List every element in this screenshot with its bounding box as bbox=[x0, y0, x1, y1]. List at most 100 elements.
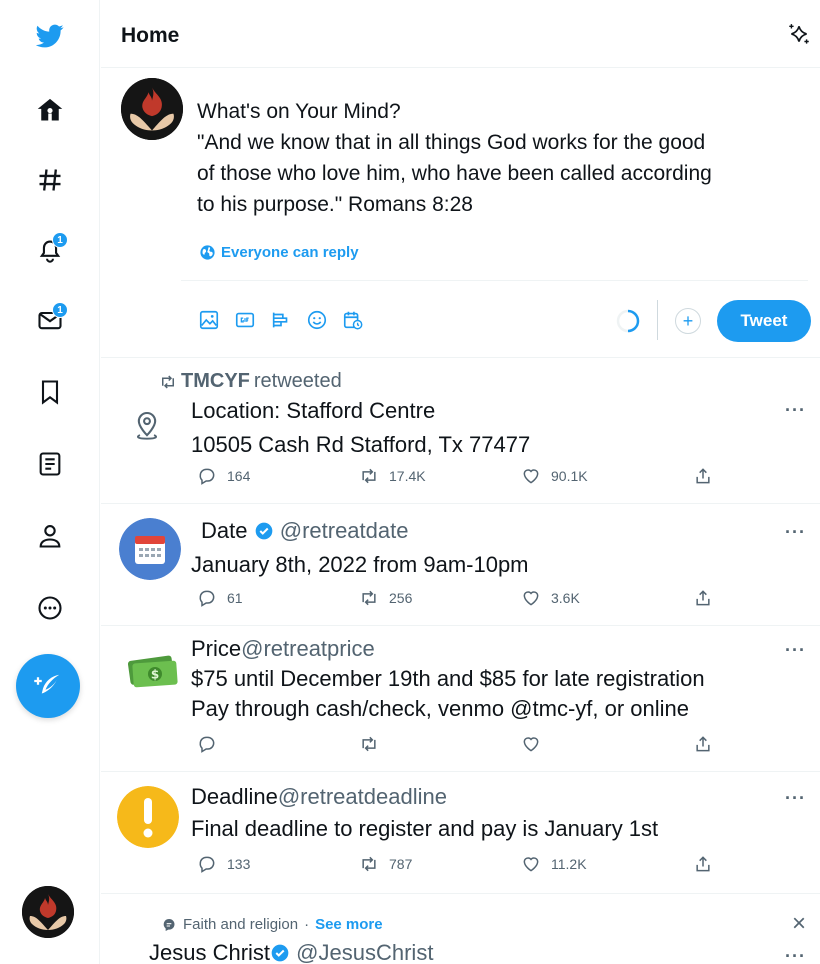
image-icon bbox=[199, 310, 219, 330]
tweet-item[interactable]: Date @retreatdate January 8th, 2022 from… bbox=[101, 504, 820, 626]
composer-divider bbox=[181, 280, 808, 281]
more-circle-icon bbox=[38, 596, 62, 620]
tweet-actions bbox=[197, 734, 717, 758]
tweet-more-button[interactable]: ··· bbox=[785, 522, 806, 543]
sparkle-icon[interactable] bbox=[786, 22, 812, 48]
like-button[interactable]: 3.6K bbox=[521, 588, 580, 608]
retweet-button[interactable]: 787 bbox=[359, 854, 412, 874]
nav-lists-button[interactable] bbox=[26, 440, 74, 488]
share-icon bbox=[696, 736, 710, 752]
reply-icon bbox=[199, 468, 215, 485]
calendar-avatar[interactable] bbox=[119, 518, 181, 580]
retweet-button[interactable] bbox=[359, 734, 389, 754]
dismiss-topic-button[interactable]: × bbox=[792, 910, 806, 938]
add-emoji-button[interactable] bbox=[305, 308, 329, 332]
retweet-icon bbox=[362, 590, 376, 606]
retweet-icon bbox=[362, 468, 376, 484]
nav-bookmarks-button[interactable] bbox=[26, 368, 74, 416]
tweet-item[interactable]: TMCYF retweeted Location: Stafford Centr… bbox=[101, 358, 820, 504]
share-icon bbox=[696, 468, 710, 484]
like-button[interactable]: 90.1K bbox=[521, 466, 588, 486]
twitter-logo-button[interactable] bbox=[26, 12, 74, 60]
reply-button[interactable]: 61 bbox=[197, 588, 243, 608]
author-name[interactable]: Deadline bbox=[191, 784, 278, 809]
explore-hashtag-icon bbox=[39, 169, 61, 191]
reply-button[interactable]: 133 bbox=[197, 854, 250, 874]
tweet-more-button[interactable]: ··· bbox=[785, 946, 806, 964]
account-avatar[interactable] bbox=[22, 886, 74, 938]
lists-icon bbox=[39, 452, 61, 476]
reply-count: 164 bbox=[227, 468, 251, 484]
tweet-text-line: 10505 Cash Rd Stafford, Tx 77477 bbox=[191, 432, 531, 457]
author-name[interactable]: Date bbox=[201, 518, 247, 543]
add-gif-button[interactable] bbox=[233, 308, 257, 332]
topic-separator: · bbox=[304, 916, 310, 933]
location-pin-icon bbox=[136, 411, 158, 440]
share-button[interactable] bbox=[693, 466, 713, 486]
topic-bubble-icon bbox=[163, 918, 175, 931]
tweet-more-button[interactable]: ··· bbox=[785, 400, 806, 421]
verified-badge-icon bbox=[271, 944, 289, 962]
tweet-text-line: January 8th, 2022 from 9am-10pm bbox=[191, 552, 529, 577]
like-count: 11.2K bbox=[551, 856, 587, 872]
reply-icon bbox=[199, 856, 215, 873]
money-icon[interactable]: $ bbox=[125, 650, 179, 690]
like-button[interactable]: 11.2K bbox=[521, 854, 587, 874]
retweeter-name[interactable]: TMCYF bbox=[181, 370, 250, 393]
see-more-link[interactable]: See more bbox=[315, 916, 383, 933]
tweet-item[interactable]: $ Price@retreatprice $75 until December … bbox=[101, 626, 820, 772]
like-button[interactable] bbox=[521, 734, 551, 754]
tweet-more-button[interactable]: ··· bbox=[785, 788, 806, 809]
reply-button[interactable] bbox=[197, 734, 227, 754]
tweet-button[interactable]: Tweet bbox=[717, 300, 811, 342]
compose-tweet-button[interactable] bbox=[16, 654, 80, 718]
share-button[interactable] bbox=[693, 854, 713, 874]
reply-setting-button[interactable]: Everyone can reply bbox=[199, 244, 359, 261]
schedule-tweet-button[interactable] bbox=[341, 308, 365, 332]
tweet-actions: 164 17.4K 90.1K bbox=[197, 466, 717, 490]
tweet-actions: 61 256 3.6K bbox=[197, 588, 717, 612]
heart-icon bbox=[523, 591, 539, 606]
like-count: 3.6K bbox=[551, 590, 580, 606]
author-handle[interactable]: @retreatdate bbox=[280, 518, 409, 543]
reply-button[interactable]: 164 bbox=[197, 466, 250, 486]
retweet-icon bbox=[362, 736, 376, 752]
flame-hands-logo-icon bbox=[22, 886, 74, 938]
add-image-button[interactable] bbox=[197, 308, 221, 332]
retweet-button[interactable]: 17.4K bbox=[359, 466, 426, 486]
nav-messages-button[interactable]: 1 bbox=[26, 296, 74, 344]
nav-notifications-button[interactable]: 1 bbox=[26, 226, 74, 274]
nav-profile-button[interactable] bbox=[26, 512, 74, 560]
add-thread-button[interactable]: + bbox=[675, 308, 701, 334]
heart-icon bbox=[523, 857, 539, 872]
exclamation-avatar[interactable] bbox=[117, 786, 179, 848]
author-handle[interactable]: @retreatprice bbox=[241, 636, 375, 661]
nav-explore-button[interactable] bbox=[26, 156, 74, 204]
nav-home-button[interactable] bbox=[26, 86, 74, 134]
tweet-author-row: Date @retreatdate bbox=[201, 518, 408, 544]
reply-count: 61 bbox=[227, 590, 243, 606]
nav-more-button[interactable] bbox=[26, 584, 74, 632]
tweet-text-line: Final deadline to register and pay is Ja… bbox=[191, 816, 659, 841]
composer-line: of those who love him, who have been cal… bbox=[197, 162, 712, 185]
retweet-button[interactable]: 256 bbox=[359, 588, 412, 608]
author-handle[interactable]: @JesusChrist bbox=[296, 940, 433, 964]
retweet-icon bbox=[162, 374, 174, 389]
share-button[interactable] bbox=[693, 734, 713, 754]
composer-line: "And we know that in all things God work… bbox=[197, 131, 706, 154]
tweet-item[interactable]: Deadline@retreatdeadline Final deadline … bbox=[101, 772, 820, 894]
plus-icon: + bbox=[682, 310, 694, 331]
author-name[interactable]: Jesus Christ bbox=[149, 940, 270, 964]
share-icon bbox=[696, 856, 710, 872]
toolbar-separator bbox=[657, 300, 658, 340]
gif-icon bbox=[235, 312, 255, 328]
composer-textarea[interactable]: What's on Your Mind? "And we know that i… bbox=[197, 96, 807, 220]
share-button[interactable] bbox=[693, 588, 713, 608]
author-name[interactable]: Price bbox=[191, 636, 241, 661]
author-handle[interactable]: @retreatdeadline bbox=[278, 784, 447, 809]
tweet-more-button[interactable]: ··· bbox=[785, 640, 806, 661]
globe-icon bbox=[200, 245, 215, 260]
poll-icon bbox=[272, 312, 288, 328]
add-poll-button[interactable] bbox=[269, 308, 293, 332]
character-progress-ring bbox=[616, 309, 640, 333]
